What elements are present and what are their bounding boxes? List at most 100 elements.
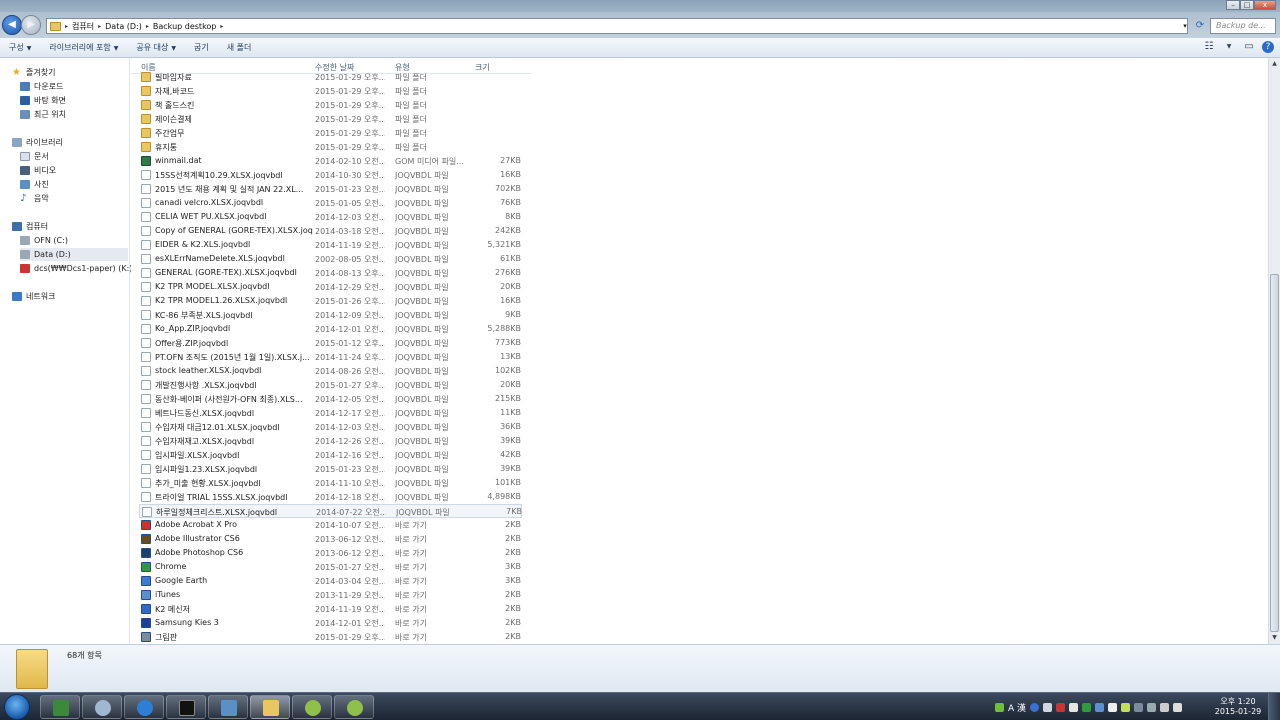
file-row[interactable]: Chrome 2015-01-27 오전... 바로 가기 3KB [139,560,522,574]
network-icon[interactable] [1160,702,1170,712]
file-row[interactable]: Ko_App.ZIP.joqvbdl 2014-12-01 오전... JOQVBD… [139,322,522,336]
file-row[interactable]: Adobe Photoshop CS6 2013-06-12 오전... 바로 가기… [139,546,522,560]
tray-app-icon[interactable] [1082,702,1092,712]
tray-app-icon[interactable] [1056,702,1066,712]
file-row[interactable]: 자재,바코드 2015-01-29 오후... 파일 폴더 [139,84,522,98]
nav-drive-c[interactable]: OFN (C:) [20,234,148,247]
file-row[interactable]: K2 TPR MODEL1.26.XLSX.joqvbdl 2015-01-26 … [139,294,522,308]
tray-app-icon[interactable] [1069,702,1079,712]
breadcrumb-computer[interactable]: 컴퓨터 [72,21,94,32]
file-row[interactable]: EIDER & K2.XLS.joqvbdl 2014-11-19 오전... JO… [139,238,522,252]
nav-libraries[interactable]: 라이브러리 [12,136,140,149]
address-bar[interactable]: ▸ 컴퓨터 ▸ Data (D:) ▸ Backup destkop ▸ [46,18,1188,34]
refresh-icon[interactable]: ⟳ [1192,18,1208,34]
scroll-up-icon[interactable]: ▲ [1269,58,1280,70]
ime-indicator[interactable]: A 漢 [1008,701,1026,714]
help-icon[interactable] [1030,702,1040,712]
back-button[interactable]: ◀ [2,15,22,35]
scroll-down-icon[interactable]: ▼ [1269,632,1280,644]
nav-documents[interactable]: 문서 [20,150,148,163]
nav-pictures[interactable]: 사진 [20,178,148,191]
tray-app-icon[interactable] [1121,702,1131,712]
preview-pane-icon[interactable]: ▭ [1242,40,1256,54]
taskbar-clock[interactable]: 오후 1:20 2015-01-29 [1212,697,1264,717]
scrollbar-thumb[interactable] [1270,274,1279,632]
vertical-scrollbar[interactable]: ▲ ▼ [1268,58,1280,644]
tray-app-icon[interactable] [1095,702,1105,712]
tray-app-icon[interactable] [1043,702,1053,712]
taskbar-app-7[interactable] [292,695,332,719]
burn-button[interactable]: 굽기 [185,42,218,53]
file-row[interactable]: 임시파일1.23.XLSX.joqvbdl 2015-01-23 오전... JOQ… [139,462,522,476]
file-row[interactable]: 개발진행사항 .XLSX.joqvbdl 2015-01-27 오후... JOQV… [139,378,522,392]
taskbar-command-prompt[interactable] [166,695,206,719]
file-row[interactable]: 임시파일.XLSX.joqvbdl 2014-12-16 오전... JOQVBDL… [139,448,522,462]
breadcrumb-backup-desktop[interactable]: Backup destkop [153,22,217,31]
nav-videos[interactable]: 비디오 [20,164,148,177]
file-row[interactable]: Adobe Illustrator CS6 2013-06-12 오전... 바로 … [139,532,522,546]
taskbar-app-1[interactable] [40,695,80,719]
file-row[interactable]: 2015 년도 채용 계획 및 실적 JAN 22.XL... 2015-01-2… [139,182,522,196]
file-row[interactable]: Google Earth 2014-03-04 오전... 바로 가기 3KB [139,574,522,588]
show-desktop-button[interactable] [1268,693,1280,720]
file-row[interactable]: 주간업무 2015-01-29 오후... 파일 폴더 [139,126,522,140]
file-row[interactable]: GENERAL (GORE-TEX).XLSX.joqvbdl 2014-08-1… [139,266,522,280]
file-row[interactable]: 책 홀드스킨 2015-01-29 오후... 파일 폴더 [139,98,522,112]
file-row[interactable]: 수입자재재고.XLSX.joqvbdl 2014-12-26 오전... JOQVB… [139,434,522,448]
chevron-down-icon[interactable]: ▼ [1222,40,1236,54]
taskbar-app-2[interactable] [82,695,122,719]
nav-music[interactable]: ♪ 음악 [20,192,148,205]
file-row[interactable]: Samsung Kies 3 2014-12-01 오전... 바로 가기 2KB [139,616,522,630]
start-button[interactable] [4,694,30,720]
volume-icon[interactable] [1173,702,1183,712]
file-row[interactable]: 휴지통 2015-01-29 오후... 파일 폴더 [139,140,522,154]
file-row[interactable]: esXLErrNameDelete.XLS.joqvbdl 2002-08-05 … [139,252,522,266]
include-in-library-button[interactable]: 라이브러리에 포함 ▼ [40,42,127,53]
view-options-icon[interactable]: ☷ [1202,40,1216,54]
file-row[interactable]: Copy of GENERAL (GORE-TEX).XLSX.joq... 20… [139,224,522,238]
file-row[interactable]: KC-86 부족분.XLS.joqvbdl 2014-12-09 오전... JOQ… [139,308,522,322]
file-row[interactable]: 동산화-베이퍼 (사전원가-OFN 최종).XLS... 2014-12-05 오… [139,392,522,406]
address-history-dropdown[interactable]: ▾ [1180,18,1190,34]
forward-button[interactable]: ▶ [21,15,41,35]
tray-app-icon[interactable] [1147,702,1157,712]
taskbar-app-8[interactable] [334,695,374,719]
file-row[interactable]: 트라이얼 TRIAL 15SS.XLSX.joqvbdl 2014-12-18 오… [139,490,522,504]
taskbar-explorer[interactable] [250,695,290,719]
file-row[interactable]: 제이슨결제 2015-01-29 오후... 파일 폴더 [139,112,522,126]
file-row[interactable]: Offer용.ZIP.joqvbdl 2015-01-12 오후... JOQVBD… [139,336,522,350]
file-row[interactable]: K2 메신저 2014-11-19 오전... 바로 가기 2KB [139,602,522,616]
file-row[interactable]: 그림판 2015-01-29 오후... 바로 가기 2KB [139,630,522,644]
nav-drive-k[interactable]: dcs(₩₩Dcs1-paper) (K:) [20,262,132,275]
new-folder-button[interactable]: 새 폴더 [218,42,261,53]
file-row[interactable]: winmail.dat 2014-02-10 오전... GOM 미디어 파일...… [139,154,522,168]
flag-icon[interactable] [1108,702,1118,712]
nav-network[interactable]: 네트워크 [12,290,140,303]
close-button[interactable]: x [1254,0,1276,10]
nav-computer[interactable]: 컴퓨터 [12,220,140,233]
file-row[interactable]: stock leather.XLSX.joqvbdl 2014-08-26 오전.… [139,364,522,378]
file-row[interactable]: CELIA WET PU.XLSX.joqvbdl 2014-12-03 오전..… [139,210,522,224]
nav-favorites[interactable]: ★ 즐겨찾기 [12,66,140,79]
file-row[interactable]: PT.OFN 조직도 (2015년 1월 1일).XLSX.j... 2014-1… [139,350,522,364]
share-with-button[interactable]: 공유 대상 ▼ [127,42,185,53]
maximize-button[interactable]: □ [1240,0,1254,10]
tray-app-icon[interactable] [1134,702,1144,712]
file-row[interactable]: 추가_미출 현황.XLSX.joqvbdl 2014-11-10 오전... JOQ… [139,476,522,490]
nav-drive-d[interactable]: Data (D:) [20,248,128,261]
file-row[interactable]: iTunes 2013-11-29 오전... 바로 가기 2KB [139,588,522,602]
breadcrumb-data-drive[interactable]: Data (D:) [105,22,142,31]
organize-button[interactable]: 구성 ▼ [0,42,40,53]
file-row[interactable]: 하루일정체크리스트.XLSX.joqvbdl 2014-07-22 오전... JO… [139,504,522,518]
file-row[interactable]: K2 TPR MODEL.XLSX.joqvbdl 2014-12-29 오전..… [139,280,522,294]
nav-downloads[interactable]: 다운로드 [20,80,148,93]
help-icon[interactable]: ? [1262,41,1274,53]
nav-desktop[interactable]: 바탕 화면 [20,94,148,107]
tray-app-icon[interactable] [995,702,1004,712]
file-row[interactable]: 수입자재 대금12.01.XLSX.joqvbdl 2014-12-03 오전..… [139,420,522,434]
minimize-button[interactable]: – [1226,0,1240,10]
file-row[interactable]: 필마임자료 2015-01-29 오후... 파일 폴더 [139,70,522,84]
taskbar-internet-explorer[interactable] [124,695,164,719]
search-input[interactable]: Backup de... [1210,18,1276,34]
file-row[interactable]: canadi velcro.XLSX.joqvbdl 2015-01-05 오전.… [139,196,522,210]
